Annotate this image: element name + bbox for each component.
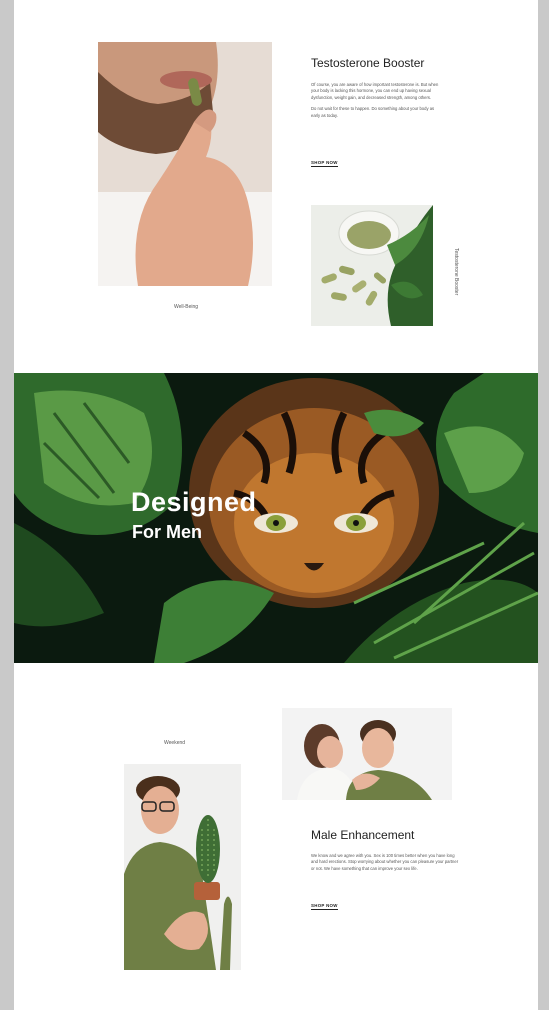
man-holding-cactus-image <box>124 764 241 970</box>
description-paragraph: Do not wait for these to happen. Do some… <box>311 106 435 118</box>
hero-title: Designed <box>131 487 257 517</box>
testosterone-booster-title: Testosterone Booster <box>311 56 425 70</box>
male-enhancement-title: Male Enhancement <box>311 828 415 842</box>
hero-banner <box>14 373 538 663</box>
shop-now-link[interactable]: SHOP NOW <box>311 160 338 167</box>
page: Testosterone Booster Of course, you are … <box>14 0 538 1010</box>
couple-image <box>282 708 452 800</box>
testosterone-booster-description: Of course, you are aware of how importan… <box>311 82 441 124</box>
image-caption: Weekend <box>164 740 186 746</box>
shop-now-link[interactable]: SHOP NOW <box>311 903 338 910</box>
jungle-tiger-illustration <box>14 373 538 663</box>
man-taking-pill-image <box>98 42 272 286</box>
herbal-capsules-image <box>311 205 433 326</box>
description-paragraph: Of course, you are aware of how importan… <box>311 82 439 100</box>
image-caption: Well-Being <box>173 304 199 310</box>
male-enhancement-description: We know and we agree with you. Sex is 10… <box>311 853 459 871</box>
hero-subtitle: For Men <box>132 522 202 542</box>
vertical-label: Testosterone Booster <box>453 248 459 296</box>
